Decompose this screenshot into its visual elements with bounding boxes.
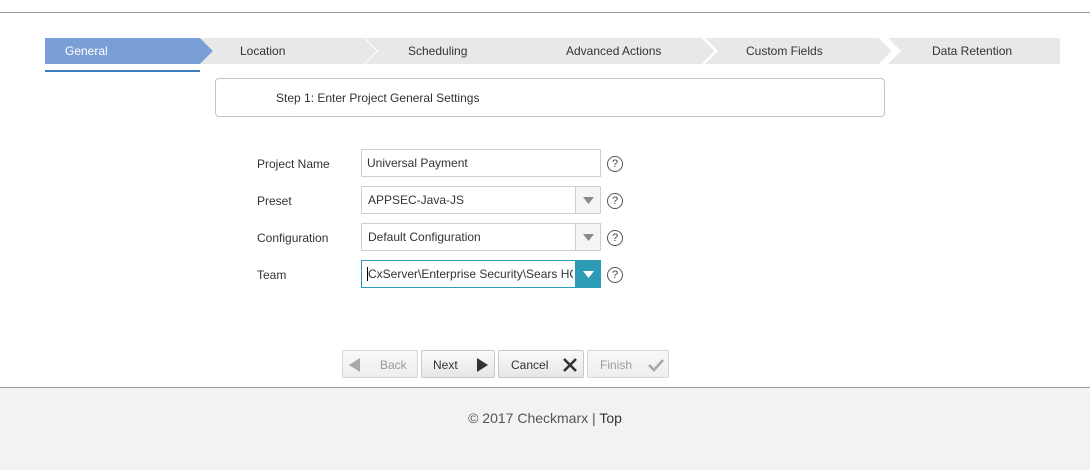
footer: © 2017 Checkmarx | Top (0, 387, 1090, 470)
back-button[interactable]: Back (342, 350, 418, 378)
configuration-select[interactable]: Default Configuration (361, 223, 601, 251)
team-label: Team (257, 268, 287, 282)
project-name-input[interactable] (361, 149, 601, 177)
wizard-step-custom-fields[interactable]: Custom Fields (705, 38, 895, 64)
next-button-label: Next (433, 358, 458, 372)
wizard-step-label: Custom Fields (746, 44, 823, 58)
wizard-step-shape (200, 38, 380, 64)
arrow-right-icon (477, 358, 488, 372)
close-icon (563, 358, 577, 372)
checkmark-icon (648, 359, 664, 372)
team-help-icon[interactable]: ? (607, 267, 623, 283)
wizard-step-label: Location (240, 44, 286, 58)
preset-value: APPSEC-Java-JS (368, 193, 465, 207)
wizard-step-scheduling[interactable]: Scheduling (365, 38, 545, 64)
step-heading-panel: Step 1: Enter Project General Settings (215, 78, 885, 117)
team-dropdown-button[interactable] (575, 261, 600, 287)
project-name-help-icon[interactable]: ? (607, 156, 623, 172)
wizard-step-label: Data Retention (932, 44, 1013, 58)
chevron-down-icon (583, 197, 594, 204)
footer-separator: | (588, 410, 600, 426)
preset-dropdown-button[interactable] (575, 187, 600, 213)
configuration-dropdown-button[interactable] (575, 224, 600, 250)
footer-text: © 2017 Checkmarx | Top (0, 410, 1090, 426)
preset-label: Preset (257, 194, 292, 208)
back-button-label: Back (380, 358, 407, 372)
configuration-help-icon[interactable]: ? (607, 230, 623, 246)
active-step-underline (45, 70, 200, 72)
preset-select[interactable]: APPSEC-Java-JS (361, 186, 601, 214)
chevron-down-icon (583, 234, 594, 241)
configuration-label: Configuration (257, 231, 329, 245)
wizard-step-label: General (65, 44, 108, 58)
finish-button-label: Finish (600, 358, 633, 372)
configuration-value: Default Configuration (368, 230, 481, 244)
preset-help-icon[interactable]: ? (607, 193, 623, 209)
team-value: CxServer\Enterprise Security\Sears HC\ (368, 267, 573, 281)
step-heading: Step 1: Enter Project General Settings (276, 91, 480, 105)
project-name-label: Project Name (257, 157, 330, 171)
wizard-step-advanced-actions[interactable]: Advanced Actions (528, 38, 718, 64)
cancel-button-label: Cancel (511, 358, 549, 372)
next-button[interactable]: Next (421, 350, 495, 378)
wizard-step-label: Scheduling (408, 44, 468, 58)
wizard-step-location[interactable]: Location (200, 38, 380, 64)
arrow-left-icon (349, 358, 360, 372)
finish-button[interactable]: Finish (587, 350, 669, 378)
wizard-steps: General Location Scheduling Advanced Act… (45, 38, 1060, 64)
wizard-step-general[interactable]: General (45, 38, 213, 64)
copyright-text: © 2017 Checkmarx (468, 410, 589, 426)
cancel-button[interactable]: Cancel (498, 350, 584, 378)
wizard-step-data-retention[interactable]: Data Retention (888, 38, 1060, 64)
chevron-down-icon (583, 271, 594, 278)
wizard-step-label: Advanced Actions (566, 44, 662, 58)
team-select[interactable]: CxServer\Enterprise Security\Sears HC\ (361, 260, 601, 288)
top-link[interactable]: Top (599, 410, 622, 426)
top-divider (0, 12, 1090, 13)
